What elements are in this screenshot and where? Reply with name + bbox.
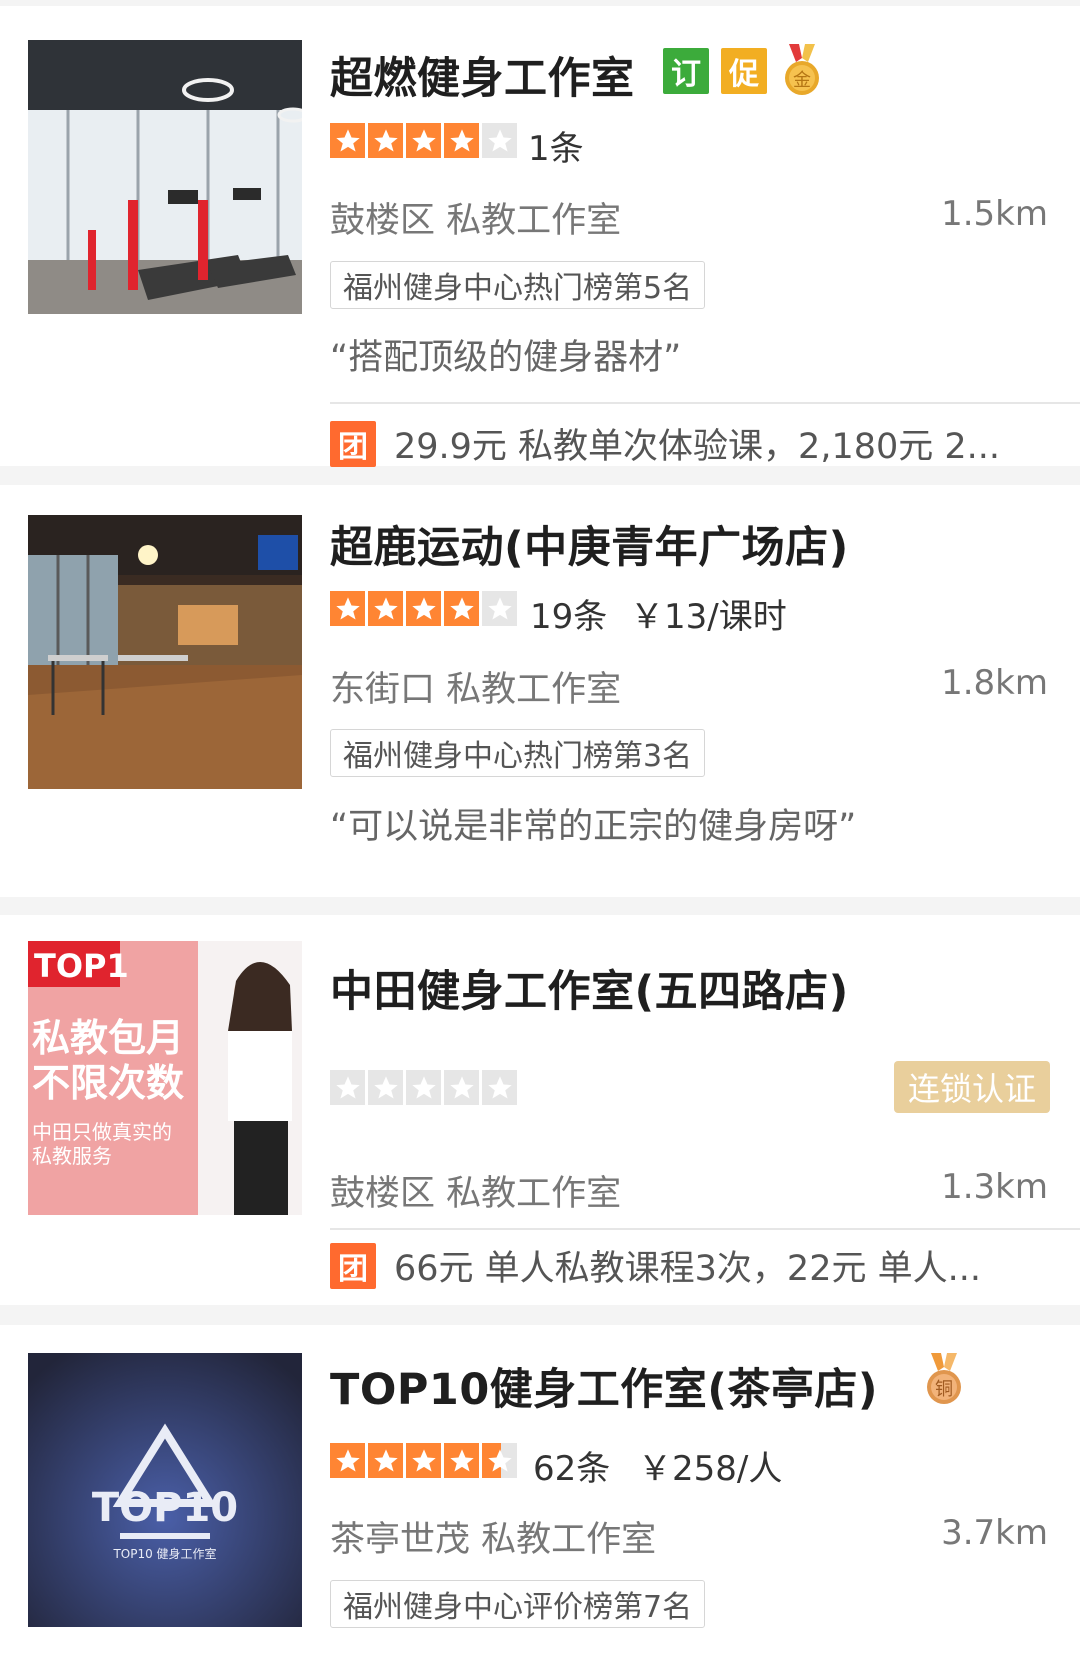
distance: 1.5km	[941, 194, 1048, 234]
star-icon	[406, 1070, 441, 1105]
bronze-medal-icon: 铜	[925, 1353, 963, 1407]
price-per-person: ￥258/人	[638, 1449, 783, 1489]
listing-card[interactable]: TOP10 TOP10 健身工作室 TOP10健身工作室(茶亭店) 铜 62条 …	[0, 1325, 1080, 1657]
star-icon	[406, 591, 441, 626]
thumb-sub: TOP10 健身工作室	[112, 1546, 216, 1561]
star-icon	[482, 591, 517, 626]
rating-stars	[330, 123, 517, 159]
group-deal[interactable]: 团 66元 单人私教课程3次，22元 单人...	[330, 1240, 981, 1291]
price-per-lesson: ￥13/课时	[630, 597, 787, 637]
rank-badge[interactable]: 福州健身中心热门榜第3名	[330, 729, 706, 777]
thumb-line3: 中田只做真实的	[32, 1120, 172, 1144]
review-count[interactable]: 19条	[530, 589, 607, 638]
star-icon	[368, 1443, 403, 1478]
listing-card[interactable]: TOP1 私教包月 不限次数 中田只做真实的 私教服务 中田健身工作室(五四路店…	[0, 915, 1080, 1305]
gym-photo[interactable]	[28, 40, 302, 314]
review-count[interactable]: 1条	[528, 121, 584, 170]
star-half-icon	[482, 1443, 517, 1478]
divider	[330, 1228, 1080, 1230]
star-icon	[330, 1070, 365, 1105]
gym-title[interactable]: 超燃健身工作室	[330, 44, 635, 106]
rating-stars	[330, 1443, 517, 1479]
star-icon	[330, 1443, 365, 1478]
booking-tag: 订	[663, 48, 709, 94]
group-deal-icon: 团	[330, 1242, 376, 1289]
thumb-line1: 私教包月	[32, 1016, 184, 1060]
distance: 1.3km	[941, 1167, 1048, 1207]
medal-text: 金	[793, 70, 811, 91]
rank-badge[interactable]: 福州健身中心评价榜第7名	[330, 1580, 706, 1628]
group-deal-icon: 团	[330, 420, 376, 467]
promo-tag: 促	[721, 48, 767, 94]
star-icon	[368, 123, 403, 158]
thumb-logo: TOP10	[92, 1485, 238, 1531]
rank-badge[interactable]: 福州健身中心热门榜第5名	[330, 261, 706, 309]
medal-text: 铜	[935, 1379, 953, 1400]
rating-stars	[330, 1070, 517, 1106]
gym-title[interactable]: 超鹿运动(中庚青年广场店)	[330, 513, 849, 575]
location-category: 东街口 私教工作室	[330, 670, 622, 710]
star-icon	[482, 123, 517, 158]
star-icon	[444, 123, 479, 158]
star-icon	[330, 591, 365, 626]
group-deal[interactable]: 团 29.9元 私教单次体验课，2,180元 2...	[330, 418, 1000, 469]
chain-certified-badge: 连锁认证	[893, 1061, 1050, 1113]
deal-text: 66元 单人私教课程3次，22元 单人...	[394, 1249, 981, 1289]
location-category: 鼓楼区 私教工作室	[330, 201, 622, 241]
listing-card[interactable]: 超燃健身工作室 订 促 金 1条 鼓楼区 私教工作室 1.5km 福州健身中心热…	[0, 6, 1080, 469]
star-icon	[330, 123, 365, 158]
location-category: 鼓楼区 私教工作室	[330, 1174, 622, 1214]
star-icon	[482, 1070, 517, 1105]
distance: 3.7km	[941, 1513, 1048, 1553]
star-icon	[368, 1070, 403, 1105]
rating-stars	[330, 591, 517, 627]
review-quote: “可以说是非常的正宗的健身房呀”	[330, 807, 857, 847]
star-icon	[406, 1443, 441, 1478]
location-category: 茶亭世茂 私教工作室	[330, 1520, 657, 1560]
thumb-line2: 不限次数	[32, 1061, 184, 1105]
review-quote: “搭配顶级的健身器材”	[330, 338, 682, 378]
distance: 1.8km	[941, 663, 1048, 703]
listing-card[interactable]: 超鹿运动(中庚青年广场店) 19条 ￥13/课时 东街口 私教工作室 1.8km…	[0, 485, 1080, 897]
gold-medal-icon: 金	[783, 44, 821, 98]
thumb-line4: 私教服务	[32, 1144, 112, 1168]
divider	[330, 402, 1080, 404]
star-icon	[444, 1070, 479, 1105]
gym-photo[interactable]: TOP10 TOP10 健身工作室	[28, 1353, 302, 1627]
gym-title[interactable]: 中田健身工作室(五四路店)	[330, 957, 849, 1019]
star-icon	[406, 123, 441, 158]
star-icon	[368, 591, 403, 626]
gym-photo[interactable]: TOP1 私教包月 不限次数 中田只做真实的 私教服务	[28, 941, 302, 1215]
thumb-top-label: TOP1	[34, 947, 129, 985]
star-icon	[444, 591, 479, 626]
review-count[interactable]: 62条	[533, 1441, 610, 1490]
gym-title[interactable]: TOP10健身工作室(茶亭店)	[330, 1355, 878, 1417]
star-icon	[444, 1443, 479, 1478]
deal-text: 29.9元 私教单次体验课，2,180元 2...	[394, 427, 1001, 467]
gym-photo[interactable]	[28, 515, 302, 789]
